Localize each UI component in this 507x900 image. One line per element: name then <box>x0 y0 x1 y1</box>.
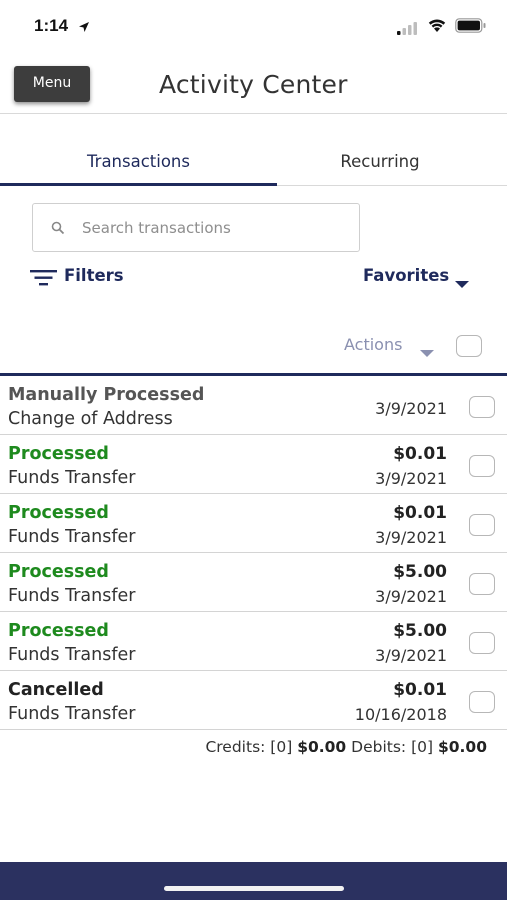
status-bar: 1:14 <box>0 0 507 52</box>
list-item[interactable]: Cancelled Funds Transfer $0.01 10/16/201… <box>0 671 507 730</box>
transaction-status: Processed <box>8 444 109 464</box>
filters-label: Filters <box>64 266 124 285</box>
transaction-type: Funds Transfer <box>8 586 136 606</box>
transaction-date: 3/9/2021 <box>375 399 447 418</box>
transaction-amount: $0.01 <box>393 444 447 464</box>
transaction-type: Funds Transfer <box>8 527 136 547</box>
transaction-date: 3/9/2021 <box>375 469 447 488</box>
totals-summary: Credits: [0] $0.00 Debits: [0] $0.00 <box>205 738 487 756</box>
row-checkbox[interactable] <box>469 396 495 418</box>
list-item[interactable]: Manually Processed Change of Address 3/9… <box>0 376 507 435</box>
transaction-date: 10/16/2018 <box>354 705 447 724</box>
row-checkbox[interactable] <box>469 455 495 477</box>
status-time: 1:14 <box>34 16 69 35</box>
transaction-amount: $0.01 <box>393 503 447 523</box>
transaction-amount: $0.01 <box>393 680 447 700</box>
transaction-status: Cancelled <box>8 680 104 700</box>
search-icon <box>51 220 65 239</box>
row-checkbox[interactable] <box>469 514 495 536</box>
transaction-type: Funds Transfer <box>8 645 136 665</box>
bottom-bar <box>0 862 507 900</box>
transaction-status: Manually Processed <box>8 385 205 405</box>
search-placeholder: Search transactions <box>82 219 231 237</box>
transaction-date: 3/9/2021 <box>375 528 447 547</box>
list-item[interactable]: Processed Funds Transfer $0.01 3/9/2021 <box>0 435 507 494</box>
tab-bar: Transactions Recurring <box>0 140 507 186</box>
actions-label: Actions <box>344 335 403 354</box>
select-all-checkbox[interactable] <box>456 335 482 357</box>
transaction-type: Funds Transfer <box>8 704 136 724</box>
favorites-label: Favorites <box>363 266 450 285</box>
credits-label: Credits: [0] <box>205 738 293 756</box>
page-title: Activity Center <box>159 70 348 99</box>
transaction-type: Funds Transfer <box>8 468 136 488</box>
menu-button[interactable]: Menu <box>14 66 90 102</box>
home-indicator[interactable] <box>164 886 344 891</box>
credits-amount: $0.00 <box>297 738 347 756</box>
chevron-down-icon <box>420 343 434 362</box>
transaction-date: 3/9/2021 <box>375 587 447 606</box>
transaction-status: Processed <box>8 503 109 523</box>
battery-icon <box>455 18 487 37</box>
favorites-dropdown[interactable]: Favorites <box>363 266 469 290</box>
wifi-icon <box>427 17 447 37</box>
transaction-status: Processed <box>8 562 109 582</box>
search-input[interactable]: Search transactions <box>32 203 360 252</box>
row-checkbox[interactable] <box>469 573 495 595</box>
chevron-down-icon <box>455 274 469 293</box>
transaction-date: 3/9/2021 <box>375 646 447 665</box>
debits-amount: $0.00 <box>437 738 487 756</box>
tab-recurring[interactable]: Recurring <box>253 140 507 186</box>
list-item[interactable]: Processed Funds Transfer $5.00 3/9/2021 <box>0 553 507 612</box>
list-item[interactable]: Processed Funds Transfer $5.00 3/9/2021 <box>0 612 507 671</box>
transaction-type: Change of Address <box>8 409 173 429</box>
tab-transactions[interactable]: Transactions <box>0 140 277 186</box>
transaction-amount: $5.00 <box>393 562 447 582</box>
debits-label: Debits: [0] <box>351 738 434 756</box>
list-item[interactable]: Processed Funds Transfer $0.01 3/9/2021 <box>0 494 507 553</box>
transaction-list: Manually Processed Change of Address 3/9… <box>0 373 507 730</box>
row-checkbox[interactable] <box>469 691 495 713</box>
actions-dropdown[interactable]: Actions <box>344 335 434 357</box>
header: Menu Activity Center <box>0 52 507 114</box>
cellular-signal-icon <box>397 20 419 39</box>
location-arrow-icon <box>78 18 90 37</box>
row-checkbox[interactable] <box>469 632 495 654</box>
transaction-status: Processed <box>8 621 109 641</box>
filter-icon <box>30 269 58 291</box>
transaction-amount: $5.00 <box>393 621 447 641</box>
